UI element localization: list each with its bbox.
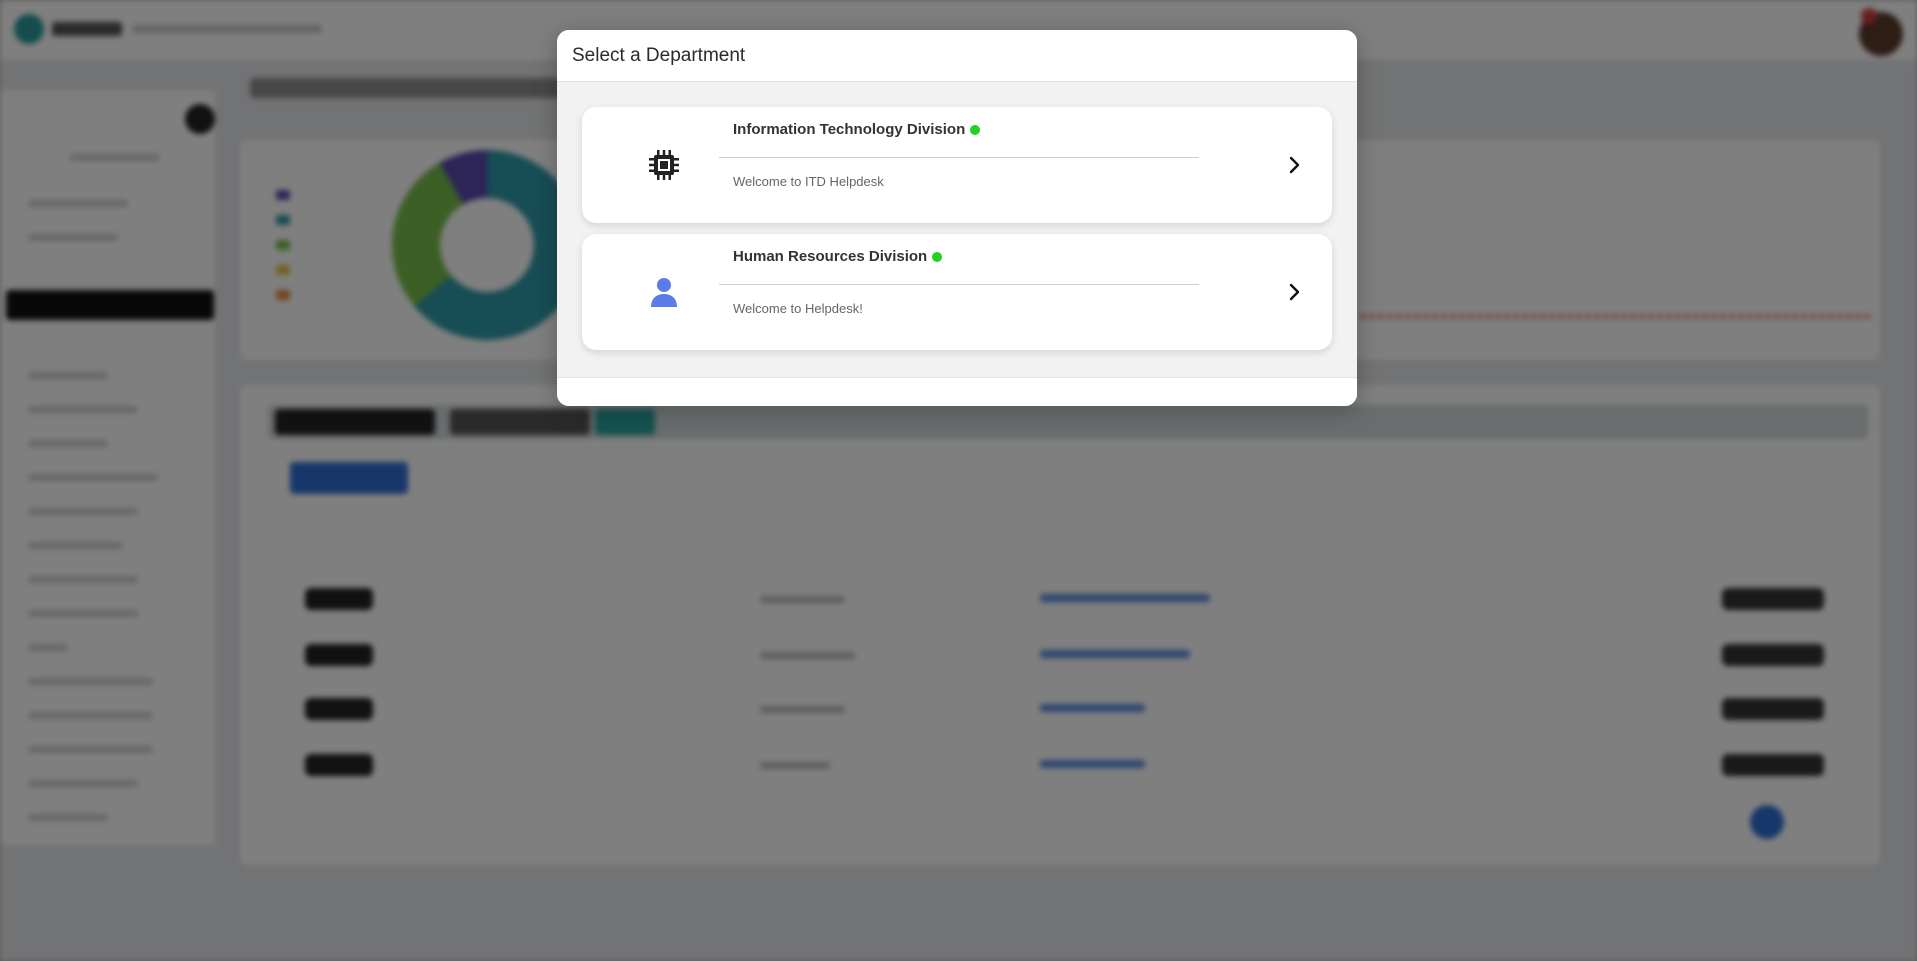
department-card-itd[interactable]: Information Technology Division Welcome … bbox=[582, 107, 1332, 223]
chevron-right-icon[interactable] bbox=[1282, 280, 1306, 304]
department-name-text: Information Technology Division bbox=[733, 121, 966, 138]
modal-header: Select a Department bbox=[557, 30, 1357, 82]
card-divider bbox=[719, 157, 1199, 158]
modal-title: Select a Department bbox=[572, 44, 746, 66]
department-card-hr[interactable]: Human Resources Division Welcome to Help… bbox=[582, 234, 1332, 350]
card-divider bbox=[719, 284, 1199, 285]
modal-footer bbox=[557, 377, 1357, 406]
online-status-dot bbox=[932, 251, 943, 262]
online-status-dot bbox=[970, 124, 981, 135]
department-description: Welcome to ITD Helpdesk bbox=[733, 174, 884, 189]
chip-icon bbox=[649, 150, 679, 180]
person-icon bbox=[651, 278, 677, 307]
select-department-modal: Select a Department Information Technolo… bbox=[557, 30, 1357, 406]
department-name: Human Resources Division bbox=[733, 248, 943, 265]
department-name-text: Human Resources Division bbox=[733, 248, 928, 265]
chevron-right-icon[interactable] bbox=[1282, 153, 1306, 177]
modal-body: Information Technology Division Welcome … bbox=[557, 82, 1357, 369]
department-description: Welcome to Helpdesk! bbox=[733, 301, 863, 316]
department-name: Information Technology Division bbox=[733, 121, 981, 138]
